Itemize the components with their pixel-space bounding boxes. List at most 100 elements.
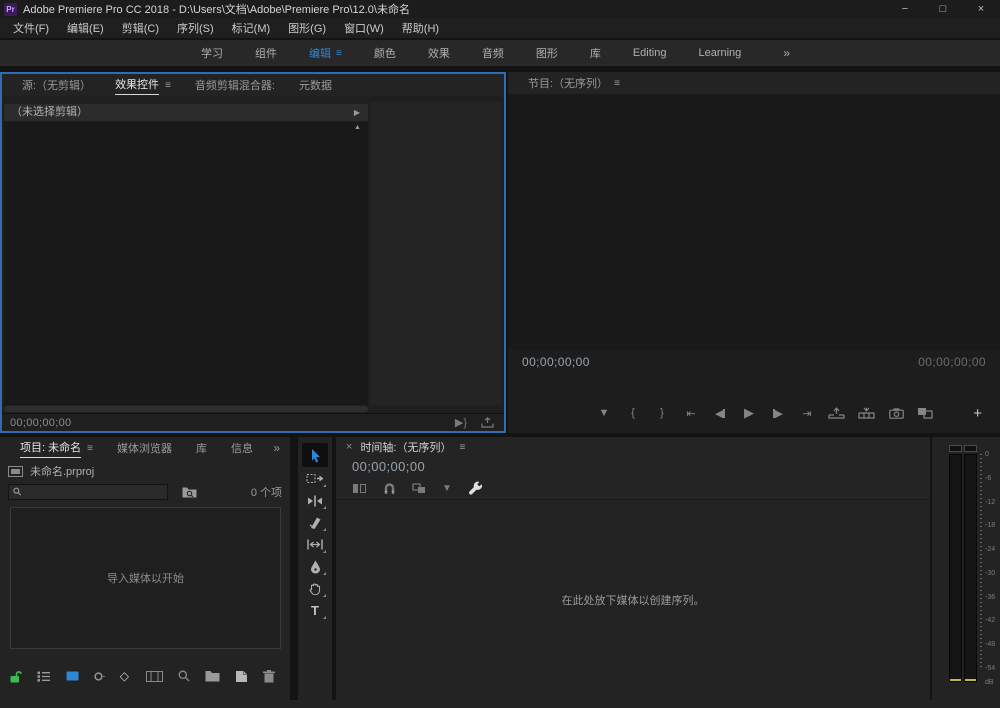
step-forward-icon[interactable]: ▶ — [770, 407, 786, 420]
lift-icon[interactable] — [828, 407, 845, 419]
audio-meters-panel[interactable]: 0 -6 -12 -18 -24 -30 -36 -42 -48 -54 dB — [932, 437, 1000, 700]
list-view-icon[interactable] — [37, 671, 51, 682]
tab-info[interactable]: 信息 — [219, 440, 265, 456]
mark-out-icon[interactable]: } — [654, 407, 670, 419]
menu-sequence[interactable]: 序列(S) — [168, 20, 223, 36]
export-frame-camera-icon[interactable] — [888, 408, 904, 419]
slip-tool[interactable] — [302, 534, 328, 555]
menu-window[interactable]: 窗口(W) — [335, 20, 393, 36]
workspace-tab-editing[interactable]: 编辑 ≡ — [293, 45, 358, 61]
import-media-dropzone[interactable]: 导入媒体以开始 — [10, 507, 281, 649]
workspace-overflow-button[interactable]: » — [783, 46, 791, 60]
workspace-tab-libraries[interactable]: 库 — [574, 45, 617, 61]
meter-scale-label: -12 — [985, 499, 995, 506]
step-back-icon[interactable]: ◀ — [712, 407, 728, 420]
meter-level-left — [950, 679, 961, 681]
workspace-tab-learn[interactable]: 学习 — [185, 45, 239, 61]
timeline-timecode[interactable]: 00;00;00;00 — [352, 459, 425, 474]
workspace-tab-color[interactable]: 颜色 — [358, 45, 412, 61]
go-to-in-icon[interactable]: ⇤ — [683, 407, 699, 420]
menu-edit[interactable]: 编辑(E) — [58, 20, 113, 36]
expand-chevron-icon[interactable]: ▶ — [354, 104, 360, 121]
menu-graphics[interactable]: 图形(G) — [279, 20, 335, 36]
close-button[interactable]: × — [962, 3, 1000, 15]
ripple-edit-tool[interactable] — [302, 490, 328, 511]
project-tab-overflow-button[interactable]: » — [273, 441, 280, 455]
hand-tool[interactable] — [302, 578, 328, 599]
find-icon[interactable] — [178, 670, 190, 682]
project-panel-menu-icon[interactable]: ≡ — [87, 443, 93, 454]
selection-tool[interactable] — [302, 443, 328, 467]
workspace-tab-effects[interactable]: 效果 — [412, 45, 466, 61]
new-item-icon[interactable] — [235, 670, 248, 683]
workspace-tab-learning-en[interactable]: Learning — [682, 47, 757, 59]
tab-project[interactable]: 项目: 未命名 ≡ — [8, 439, 105, 458]
tab-audio-clip-mixer[interactable]: 音频剪辑混合器: — [183, 77, 287, 93]
clear-trash-icon[interactable] — [263, 670, 275, 683]
menu-markers[interactable]: 标记(M) — [223, 20, 280, 36]
zoom-slider-handle[interactable] — [94, 672, 103, 681]
linked-selection-icon[interactable] — [412, 483, 426, 494]
pen-tool[interactable] — [302, 556, 328, 577]
effect-controls-timecode[interactable]: 00;00;00;00 — [10, 417, 71, 429]
project-file-row[interactable]: 未命名.prproj — [8, 463, 94, 479]
horizontal-scrollbar[interactable] — [4, 406, 368, 412]
play-in-to-out-icon[interactable]: ▶} — [455, 416, 467, 429]
selection-tool-icon — [309, 448, 322, 463]
folder-search-button[interactable] — [182, 486, 197, 498]
comparison-view-icon[interactable] — [917, 407, 933, 419]
program-current-timecode[interactable]: 00;00;00;00 — [522, 355, 590, 369]
tab-libraries[interactable]: 库 — [184, 440, 219, 456]
export-frame-tray-icon[interactable] — [481, 417, 494, 428]
timeline-panel-menu-icon[interactable]: ≡ — [460, 442, 466, 453]
maximize-button[interactable]: □ — [924, 3, 962, 15]
workspace-tab-editing-en[interactable]: Editing — [617, 47, 683, 59]
program-panel-menu-icon[interactable]: ≡ — [614, 78, 620, 89]
type-tool[interactable]: T — [302, 600, 328, 621]
button-editor-add-icon[interactable]: + — [973, 405, 982, 422]
zoom-slider-track[interactable] — [103, 676, 105, 677]
icon-view-icon[interactable] — [66, 671, 79, 681]
tab-source-monitor[interactable]: 源:（无剪辑） — [10, 77, 103, 93]
source-group-tabbar: 源:（无剪辑） 效果控件 ≡ 音频剪辑混合器: 元数据 — [2, 74, 504, 96]
timeline-add-marker-icon[interactable]: ▼ — [442, 483, 452, 494]
tab-program-monitor[interactable]: 节目:（无序列） ≡ — [516, 75, 632, 91]
meter-scale: 0 -6 -12 -18 -24 -30 -36 -42 -48 -54 — [985, 451, 995, 672]
tab-media-browser[interactable]: 媒体浏览器 — [105, 440, 184, 456]
sort-icon[interactable]: ◇ — [120, 669, 129, 683]
search-box[interactable] — [8, 484, 168, 500]
menu-help[interactable]: 帮助(H) — [393, 20, 448, 36]
timeline-drop-area[interactable]: 在此处放下媒体以创建序列。 — [336, 499, 930, 700]
timeline-tab-label[interactable]: 时间轴:（无序列） — [360, 439, 451, 455]
menu-file[interactable]: 文件(F) — [4, 20, 58, 36]
minimize-button[interactable]: − — [886, 3, 924, 15]
new-bin-folder-icon[interactable] — [205, 670, 220, 682]
workspace-menu-icon[interactable]: ≡ — [336, 48, 342, 59]
track-select-forward-tool[interactable] — [302, 468, 328, 489]
timeline-settings-wrench-icon[interactable] — [468, 481, 483, 496]
automate-to-sequence-icon[interactable] — [146, 671, 163, 682]
no-clip-selected-label: （未选择剪辑） — [11, 106, 88, 118]
mark-in-icon[interactable]: { — [625, 407, 641, 419]
no-clip-selected-header[interactable]: （未选择剪辑） ▶ — [4, 104, 368, 121]
panel-menu-icon[interactable]: ≡ — [165, 80, 171, 91]
extract-icon[interactable] — [858, 407, 875, 419]
play-button-icon[interactable]: ▶ — [741, 405, 757, 421]
menu-bar: 文件(F) 编辑(E) 剪辑(C) 序列(S) 标记(M) 图形(G) 窗口(W… — [0, 18, 1000, 38]
snap-magnet-icon[interactable] — [383, 483, 396, 495]
razor-tool[interactable] — [302, 512, 328, 533]
scroll-up-arrow-icon[interactable]: ▲ — [354, 124, 361, 131]
insert-overwrite-nest-icon[interactable] — [352, 483, 367, 494]
go-to-out-icon[interactable]: ⇥ — [799, 407, 815, 420]
add-marker-icon[interactable]: ▼ — [596, 407, 612, 419]
timeline-close-icon[interactable]: × — [346, 441, 352, 453]
tab-metadata[interactable]: 元数据 — [287, 77, 344, 93]
tab-effect-controls[interactable]: 效果控件 ≡ — [103, 76, 183, 95]
workspace-tab-assembly[interactable]: 组件 — [239, 45, 293, 61]
menu-clip[interactable]: 剪辑(C) — [113, 20, 168, 36]
search-input[interactable] — [25, 486, 163, 498]
workspace-tab-graphics[interactable]: 图形 — [520, 45, 574, 61]
program-video-area[interactable] — [508, 94, 1000, 350]
workspace-tab-audio[interactable]: 音频 — [466, 45, 520, 61]
project-writable-lock-icon[interactable] — [10, 670, 22, 683]
